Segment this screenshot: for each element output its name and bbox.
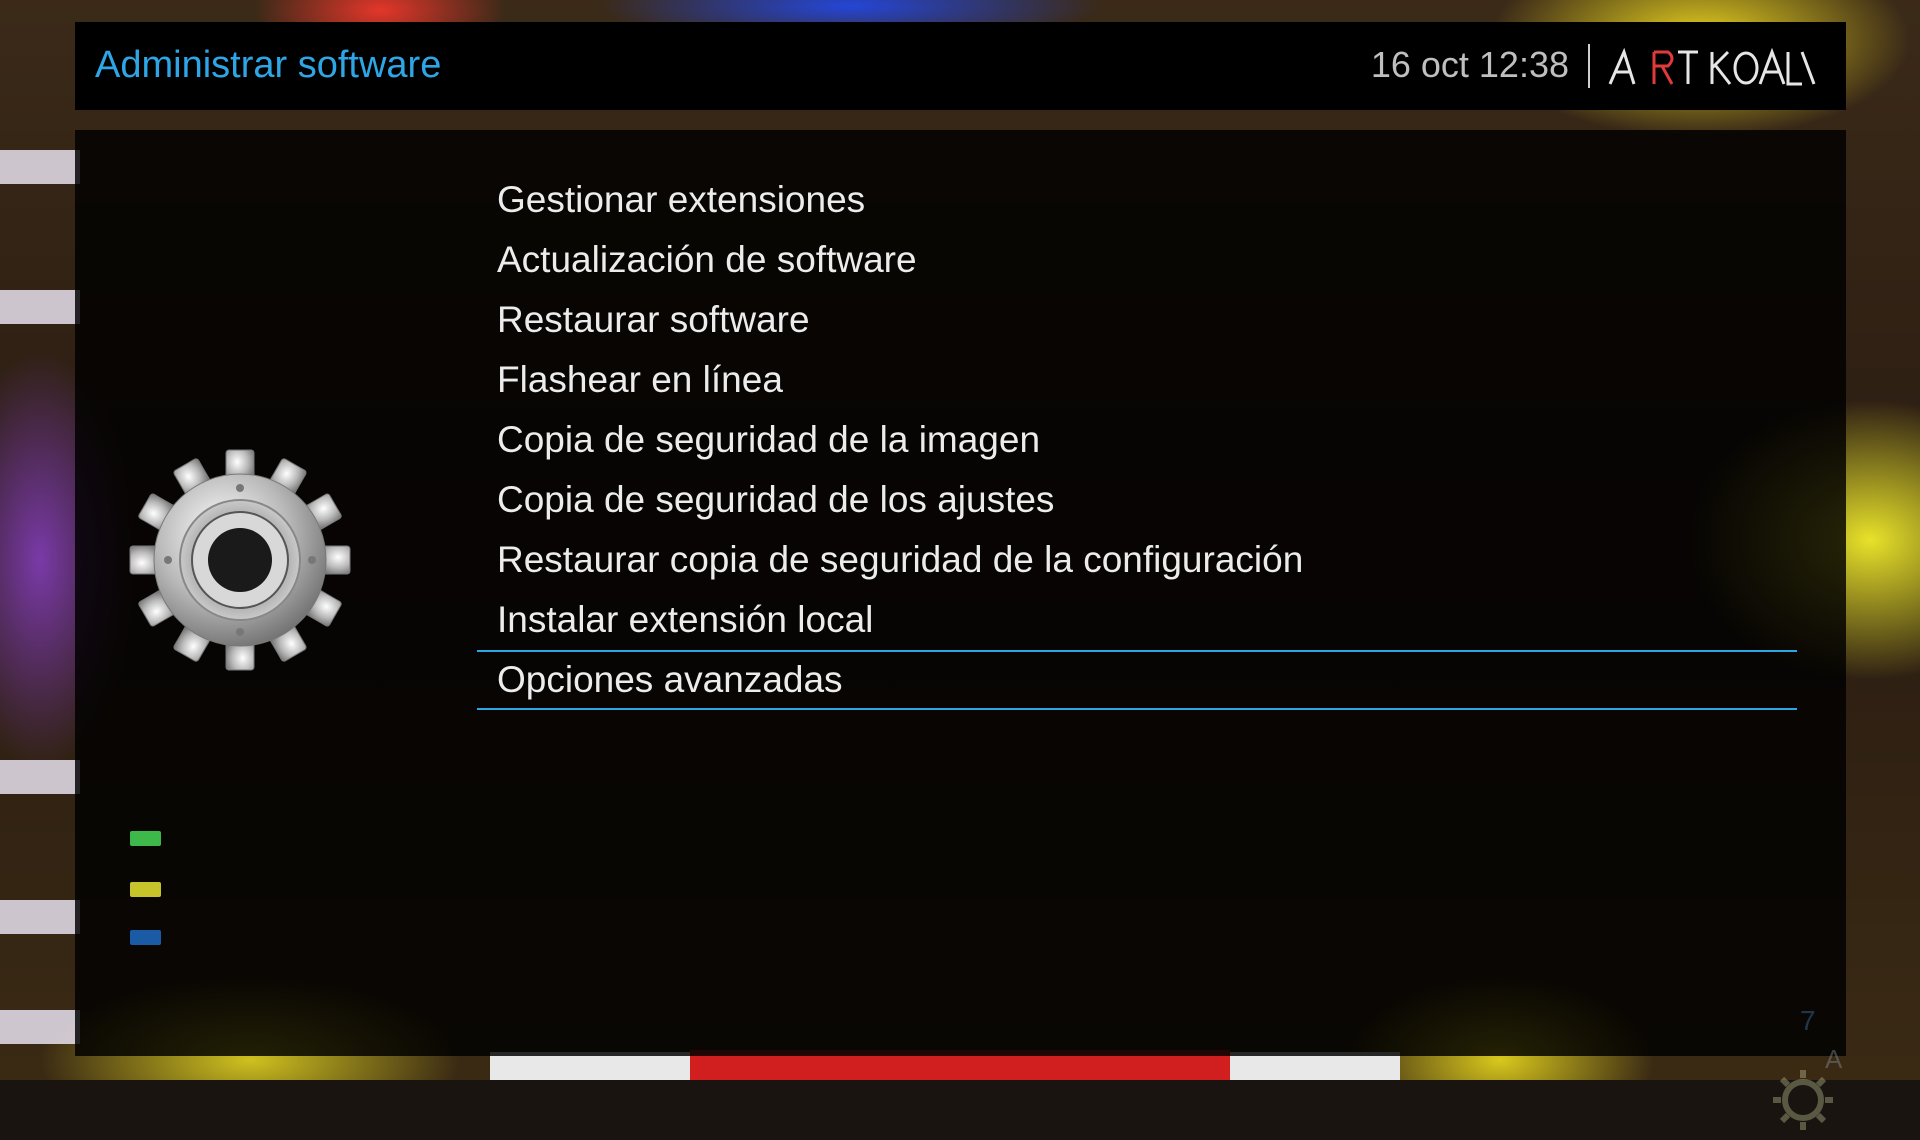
channel-letter: A	[1825, 1044, 1843, 1074]
menu-item-copia-ajustes[interactable]: Copia de seguridad de los ajustes	[477, 470, 1797, 530]
menu-item-gestionar-extensiones[interactable]: Gestionar extensiones	[477, 170, 1797, 230]
blue-key-indicator[interactable]	[130, 930, 161, 945]
menu-item-restaurar-software[interactable]: Restaurar software	[477, 290, 1797, 350]
channel-watermark-icon: 7 A	[1773, 1005, 1843, 1130]
yellow-key-indicator[interactable]	[130, 882, 161, 897]
page-title: Administrar software	[95, 44, 442, 86]
main-panel: Gestionar extensiones Actualización de s…	[75, 130, 1846, 1130]
brand-logo	[1608, 47, 1816, 86]
menu-item-flashear-en-linea[interactable]: Flashear en línea	[477, 350, 1797, 410]
menu-item-copia-imagen[interactable]: Copia de seguridad de la imagen	[477, 410, 1797, 470]
software-menu: Gestionar extensiones Actualización de s…	[477, 170, 1797, 710]
menu-item-restaurar-configuracion[interactable]: Restaurar copia de seguridad de la confi…	[477, 530, 1797, 590]
clock: 16 oct 12:38	[1370, 44, 1569, 85]
gear-icon	[129, 449, 351, 671]
channel-number: 7	[1800, 1005, 1816, 1036]
menu-item-instalar-extension-local[interactable]: Instalar extensión local	[477, 590, 1797, 650]
header-divider	[1588, 44, 1590, 88]
green-key-indicator[interactable]	[130, 831, 161, 846]
menu-item-opciones-avanzadas[interactable]: Opciones avanzadas	[477, 650, 1797, 710]
menu-item-actualizacion-software[interactable]: Actualización de software	[477, 230, 1797, 290]
header-bar: Administrar software 16 oct 12:38	[75, 22, 1846, 110]
